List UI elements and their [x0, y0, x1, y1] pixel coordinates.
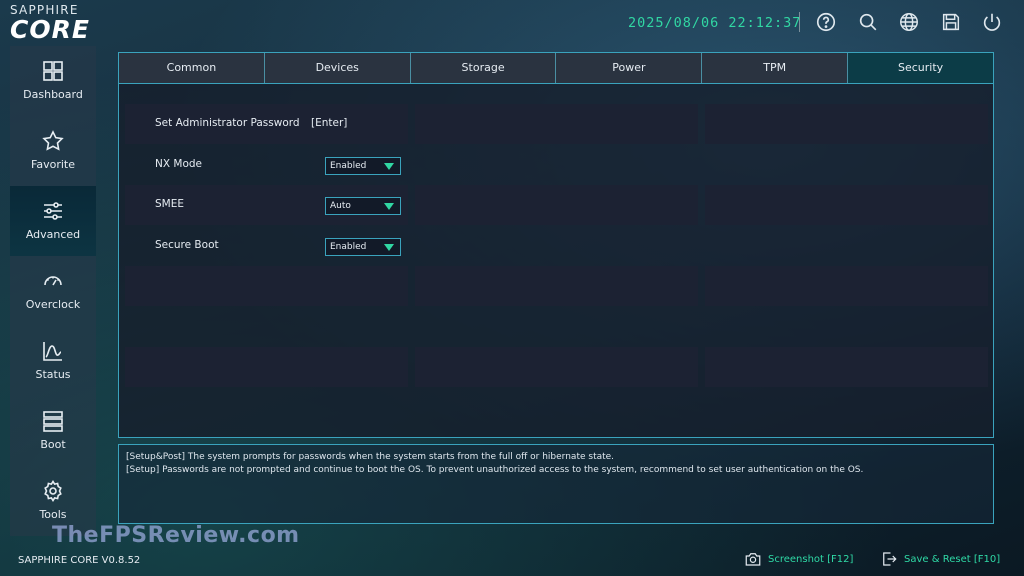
tab-power[interactable]: Power — [556, 53, 703, 83]
setting-label: SMEE — [155, 198, 184, 210]
smee-dropdown[interactable]: Auto — [325, 197, 401, 215]
setting-label: Set Administrator Password — [155, 117, 300, 129]
dropdown-value: Enabled — [330, 242, 367, 252]
datetime: 2025/08/06 22:12:37 — [628, 15, 802, 31]
setting-cell[interactable]: NX Mode Enabled — [125, 145, 408, 185]
dropdown-value: Enabled — [330, 161, 367, 171]
empty-cell — [125, 266, 408, 306]
sliders-icon — [41, 199, 65, 223]
sidebar-item-label: Status — [35, 368, 71, 381]
camera-icon — [744, 550, 762, 568]
settings-panel: Common Devices Storage Power TPM Securit… — [118, 52, 994, 438]
secure-boot-dropdown[interactable]: Enabled — [325, 238, 401, 256]
empty-cell — [415, 266, 698, 306]
tab-underline — [119, 83, 993, 84]
dashboard-icon — [41, 59, 65, 83]
search-icon[interactable] — [857, 11, 879, 33]
sidebar-item-favorite[interactable]: Favorite — [10, 116, 96, 186]
empty-cell — [705, 185, 988, 225]
nx-mode-dropdown[interactable]: Enabled — [325, 157, 401, 175]
setting-cell[interactable]: Set Administrator Password [Enter] — [125, 104, 408, 144]
setting-cell[interactable]: Secure Boot Enabled — [125, 226, 408, 266]
watermark: TheFPSReview.com — [52, 523, 300, 548]
save-reset-button[interactable]: Save & Reset [F10] — [880, 550, 1010, 570]
exit-icon — [880, 550, 898, 568]
chart-icon — [41, 339, 65, 363]
screenshot-button[interactable]: Screenshot [F12] — [744, 550, 884, 570]
logo: SAPPHIRE CORE — [10, 3, 122, 44]
help-icon[interactable] — [815, 11, 837, 33]
chevron-down-icon — [384, 203, 394, 210]
globe-icon[interactable] — [898, 11, 920, 33]
boot-icon — [41, 409, 65, 433]
empty-cell — [415, 185, 698, 225]
save-icon[interactable] — [940, 11, 962, 33]
sidebar-item-label: Dashboard — [23, 88, 83, 101]
help-panel: [Setup&Post] The system prompts for pass… — [118, 444, 994, 524]
admin-password-enter[interactable]: [Enter] — [311, 117, 347, 129]
empty-cell — [705, 104, 988, 144]
empty-row — [119, 266, 993, 306]
empty-cell — [415, 104, 698, 144]
sidebar-item-label: Advanced — [25, 228, 81, 241]
logo-big-text: CORE — [10, 15, 90, 44]
sidebar-item-dashboard[interactable]: Dashboard — [10, 46, 96, 116]
divider — [799, 12, 800, 32]
screenshot-label: Screenshot [F12] — [768, 554, 854, 565]
setting-row: Secure Boot Enabled — [119, 226, 993, 266]
sidebar-item-boot[interactable]: Boot — [10, 396, 96, 466]
star-icon — [41, 129, 65, 153]
setting-row: NX Mode Enabled — [119, 145, 993, 185]
sidebar-item-label: Tools — [39, 508, 67, 521]
sidebar: Dashboard Favorite Advanced Overclock St… — [10, 46, 96, 536]
power-icon[interactable] — [981, 11, 1003, 33]
save-reset-label: Save & Reset [F10] — [904, 554, 1001, 565]
sidebar-item-advanced[interactable]: Advanced — [10, 186, 96, 256]
empty-cell — [705, 266, 988, 306]
tab-devices[interactable]: Devices — [264, 53, 411, 83]
sidebar-item-overclock[interactable]: Overclock — [10, 256, 96, 326]
setting-row: Set Administrator Password [Enter] — [119, 104, 993, 144]
empty-cell — [125, 347, 408, 387]
setting-cell[interactable]: SMEE Auto — [125, 185, 408, 225]
empty-row — [119, 347, 993, 387]
sidebar-item-label: Overclock — [25, 298, 81, 311]
sidebar-item-label: Favorite — [31, 158, 75, 171]
tab-bar: Common Devices Storage Power TPM Securit… — [119, 53, 993, 83]
sidebar-item-status[interactable]: Status — [10, 326, 96, 396]
dropdown-value: Auto — [330, 201, 351, 211]
chevron-down-icon — [384, 163, 394, 170]
gear-icon — [41, 479, 65, 503]
empty-cell — [705, 347, 988, 387]
tab-common[interactable]: Common — [119, 53, 265, 83]
version-label: SAPPHIRE CORE V0.8.52 — [18, 555, 141, 566]
tab-storage[interactable]: Storage — [410, 53, 557, 83]
tab-tpm[interactable]: TPM — [702, 53, 849, 83]
gauge-icon — [41, 269, 65, 293]
top-bar: SAPPHIRE CORE 2025/08/06 22:12:37 — [0, 0, 1024, 46]
setting-label: Secure Boot — [155, 239, 219, 251]
setting-row: SMEE Auto — [119, 185, 993, 225]
sidebar-item-label: Boot — [40, 438, 66, 451]
help-text-line: [Setup&Post] The system prompts for pass… — [126, 452, 615, 462]
help-text-line: [Setup] Passwords are not prompted and c… — [126, 465, 864, 475]
chevron-down-icon — [384, 244, 394, 251]
tab-security[interactable]: Security — [848, 53, 993, 83]
empty-cell — [415, 347, 698, 387]
setting-label: NX Mode — [155, 158, 202, 170]
